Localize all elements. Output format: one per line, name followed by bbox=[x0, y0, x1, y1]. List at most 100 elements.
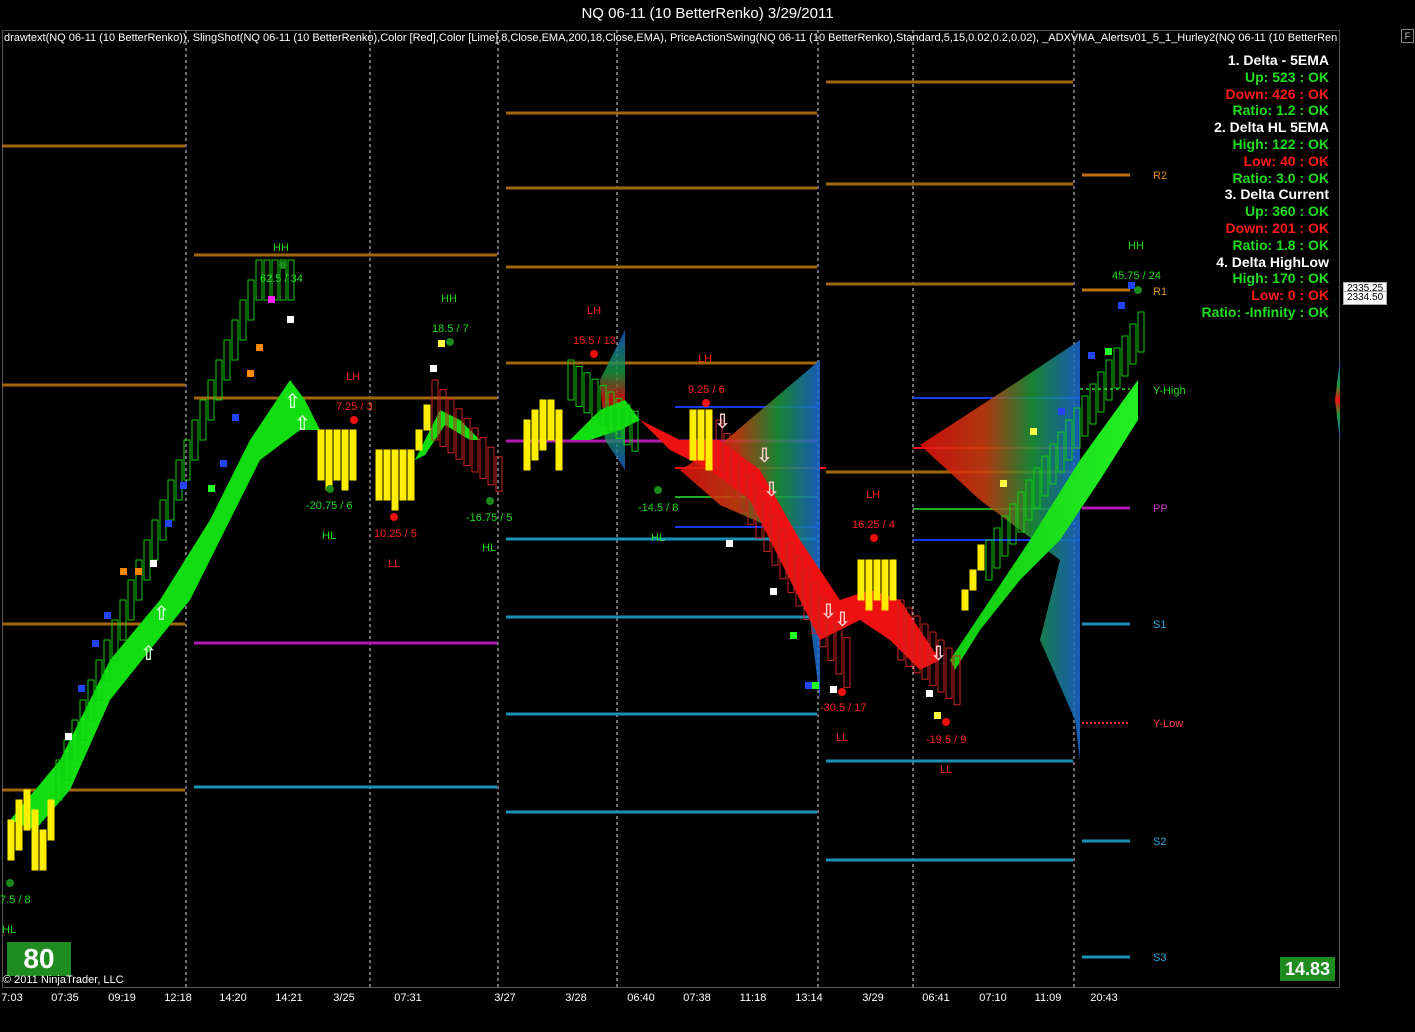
swing-label: -16.75 / 5 bbox=[466, 512, 512, 524]
svg-text:⇧: ⇧ bbox=[284, 389, 301, 413]
time-axis-tick: 3/25 bbox=[333, 992, 355, 1004]
time-axis-tick: 14:20 bbox=[219, 992, 247, 1004]
renko-bar bbox=[423, 404, 431, 431]
volume-profile-small bbox=[600, 330, 625, 470]
signal-dot bbox=[1000, 480, 1007, 487]
signal-dot bbox=[1118, 302, 1125, 309]
renko-bar bbox=[873, 559, 881, 601]
renko-bar bbox=[375, 449, 383, 501]
delta-panel-line: Ratio: -Infinity : OK bbox=[1201, 303, 1329, 320]
time-axis-tick: 14:21 bbox=[275, 992, 303, 1004]
svg-text:⇩: ⇩ bbox=[834, 607, 851, 631]
swing-label: -30.5 / 17 bbox=[820, 702, 866, 714]
copyright-text: © 2011 NinjaTrader, LLC bbox=[3, 974, 124, 986]
signal-dot bbox=[770, 588, 777, 595]
renko-bar bbox=[207, 379, 215, 421]
swing-label: -19.5 / 9 bbox=[926, 734, 966, 746]
indicator-list: drawtext(NQ 06-11 (10 BetterRenko)), Sli… bbox=[4, 32, 1338, 44]
swing-label: 18.5 / 7 bbox=[432, 323, 469, 335]
renko-bar bbox=[969, 569, 977, 591]
swing-label: -14.5 / 8 bbox=[638, 502, 678, 514]
renko-bar bbox=[247, 279, 255, 321]
signal-dot bbox=[1030, 428, 1037, 435]
swing-label: -20.75 / 6 bbox=[306, 500, 352, 512]
renko-bar bbox=[575, 365, 583, 407]
renko-bar bbox=[495, 456, 503, 492]
swing-label: HH bbox=[1128, 240, 1144, 252]
renko-bar bbox=[191, 419, 199, 461]
renko-bars bbox=[7, 259, 1145, 871]
renko-bar bbox=[325, 429, 333, 491]
renko-bar bbox=[697, 409, 705, 461]
renko-bar bbox=[383, 449, 391, 501]
renko-bar bbox=[1137, 311, 1145, 353]
renko-bar bbox=[119, 599, 127, 641]
delta-panel-line: High: 122 : OK bbox=[1232, 135, 1329, 152]
renko-bar bbox=[1129, 323, 1137, 365]
swing-label: LH bbox=[698, 353, 712, 365]
signal-dot bbox=[1088, 352, 1095, 359]
renko-bar bbox=[1097, 371, 1105, 413]
renko-bar bbox=[985, 539, 993, 581]
time-axis-tick: 11:18 bbox=[739, 992, 767, 1004]
pivot-label-s3: S3 bbox=[1153, 952, 1166, 964]
delta-panel-line: Up: 360 : OK bbox=[1244, 203, 1329, 220]
signal-dot bbox=[1128, 282, 1135, 289]
swing-label: HL bbox=[2, 924, 16, 936]
pivot-label-s1: S1 bbox=[1153, 619, 1166, 631]
renko-bar bbox=[479, 437, 487, 479]
time-axis-tick: 09:19 bbox=[108, 992, 136, 1004]
renko-bar bbox=[215, 359, 223, 401]
swing-label: 7.25 / 3 bbox=[336, 401, 373, 413]
signal-dot bbox=[135, 568, 142, 575]
time-axis-tick: 07:38 bbox=[683, 992, 711, 1004]
swing-label: LH bbox=[587, 305, 601, 317]
renko-bar bbox=[23, 789, 31, 831]
delta-panel-line: Low: 40 : OK bbox=[1243, 152, 1329, 169]
time-axis-tick: 3/28 bbox=[565, 992, 587, 1004]
time-axis-tick: 11:09 bbox=[1034, 992, 1062, 1004]
swing-label: LH bbox=[346, 371, 360, 383]
time-axis-tick: 20:43 bbox=[1090, 992, 1118, 1004]
svg-text:⇩: ⇩ bbox=[763, 477, 780, 501]
renko-bar bbox=[1001, 515, 1009, 557]
delta-panel-line: Ratio: 1.2 : OK bbox=[1232, 102, 1329, 119]
renko-bar bbox=[531, 409, 539, 461]
signal-dot bbox=[65, 733, 72, 740]
time-axis[interactable]: 7:03 07:35 09:19 12:18 14:20 14:21 3/25 07:31 3/… bbox=[0, 988, 1340, 1008]
signal-dot bbox=[1105, 348, 1112, 355]
renko-bar bbox=[231, 319, 239, 361]
swing-label: HH bbox=[441, 293, 457, 305]
delta-panel-line: 2. Delta HL 5EMA bbox=[1214, 119, 1329, 136]
pivot-label-r1: R1 bbox=[1153, 286, 1167, 298]
renko-bar bbox=[415, 429, 423, 451]
renko-bar bbox=[135, 559, 143, 601]
signal-dot bbox=[268, 296, 275, 303]
time-axis-tick: 3/29 bbox=[862, 992, 884, 1004]
renko-bar bbox=[175, 459, 183, 501]
signal-dot bbox=[120, 568, 127, 575]
time-axis-tick: 3/27 bbox=[494, 992, 516, 1004]
signal-dot bbox=[92, 640, 99, 647]
pivot-label-y-high: Y-High bbox=[1153, 385, 1186, 397]
renko-bar bbox=[539, 399, 547, 451]
renko-bar bbox=[39, 829, 47, 871]
renko-bar bbox=[993, 527, 1001, 569]
renko-bar bbox=[47, 799, 55, 841]
renko-bar bbox=[523, 419, 531, 471]
renko-bar bbox=[341, 429, 349, 491]
signal-dot bbox=[812, 682, 819, 689]
delta-panel-line: Down: 201 : OK bbox=[1225, 219, 1329, 236]
svg-text:⇩: ⇩ bbox=[756, 443, 773, 467]
svg-text:⇧: ⇧ bbox=[153, 601, 170, 625]
swing-label: 15.5 / 13 bbox=[573, 335, 616, 347]
time-axis-tick: 06:40 bbox=[627, 992, 655, 1004]
renko-bar bbox=[333, 429, 341, 481]
delta-panel-line: 4. Delta HighLow bbox=[1216, 253, 1329, 270]
renko-bar bbox=[239, 299, 247, 341]
renko-bar bbox=[865, 559, 873, 611]
swing-label: 10.25 / 5 bbox=[374, 528, 417, 540]
signal-dot bbox=[165, 520, 172, 527]
signal-dot bbox=[430, 365, 437, 372]
renko-bar bbox=[317, 429, 325, 481]
